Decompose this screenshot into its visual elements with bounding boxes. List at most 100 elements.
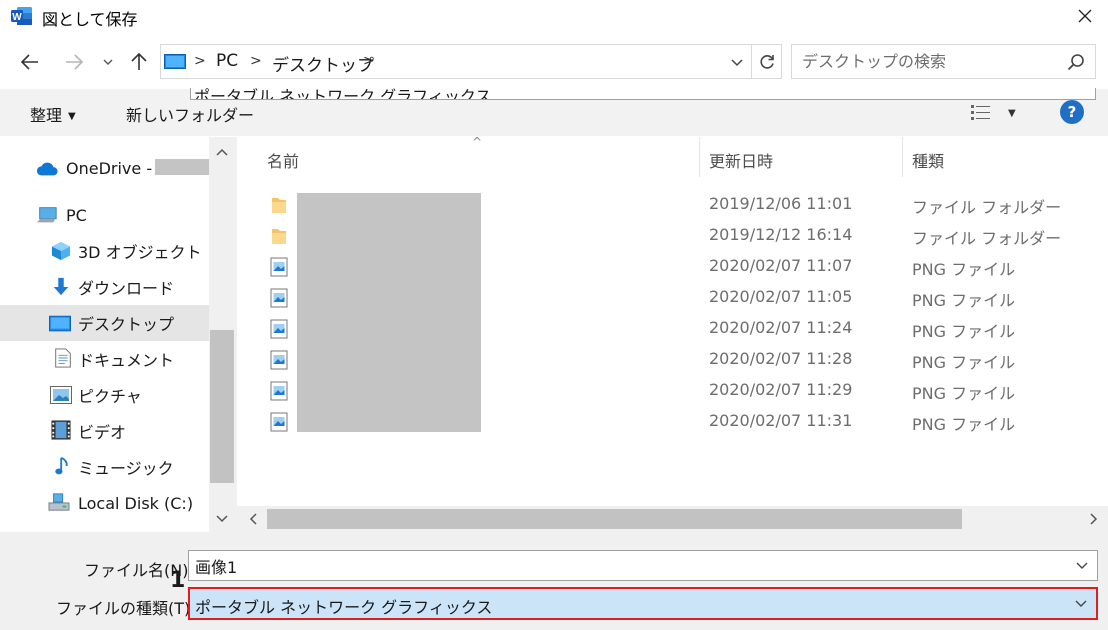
step-number-marker: 1 [170, 568, 186, 593]
file-type: PNG ファイル [912, 384, 1016, 403]
sidebar-item-label: ダウンロード [78, 279, 175, 298]
sidebar-item-local-disk[interactable]: Local Disk (C:) [0, 485, 209, 521]
sidebar-scroll-up-button[interactable] [210, 141, 234, 163]
organize-label: 整理 [30, 106, 63, 125]
new-folder-button[interactable]: 新しいフォルダー [126, 102, 254, 126]
filetype-selected-value: ポータブル ネットワーク グラフィックス [195, 598, 493, 617]
chevron-down-icon [103, 59, 113, 65]
sidebar-item-label: デスクトップ [78, 315, 175, 334]
sidebar-item-pc[interactable]: PC [0, 197, 209, 233]
sidebar-item-3d-objects[interactable]: 3D オブジェクト [0, 233, 209, 269]
chevron-down-icon [731, 59, 743, 67]
sidebar-item-music[interactable]: ミュージック [0, 449, 209, 485]
image-file-icon [270, 257, 288, 277]
cloud-icon [36, 162, 58, 176]
sidebar-item-label: ビデオ [78, 423, 127, 442]
file-type: PNG ファイル [912, 260, 1016, 279]
filetype-dropdown-list[interactable]: ポータブル ネットワーク グラフィックス [190, 88, 1096, 100]
chevron-down-icon [1075, 600, 1087, 607]
refresh-icon [759, 54, 774, 69]
chevron-down-icon [216, 515, 228, 523]
file-date: 2020/02/07 11:29 [709, 380, 853, 399]
sidebar-item-label: PC [66, 205, 87, 225]
forward-button[interactable] [62, 50, 86, 74]
search-input[interactable] [792, 45, 1062, 78]
sidebar-item-label: OneDrive - [66, 158, 153, 178]
column-separator[interactable] [902, 137, 903, 177]
search-box[interactable] [791, 44, 1096, 79]
scroll-right-button[interactable] [1082, 508, 1106, 530]
details-view-icon [971, 105, 990, 120]
sidebar-item-videos[interactable]: ビデオ [0, 413, 209, 449]
computer-icon [36, 207, 57, 223]
sidebar-item-label: 3D オブジェクト [78, 243, 202, 262]
title-bar: W 図として保存 [0, 0, 1108, 32]
caret-down-icon: ▼ [68, 111, 76, 122]
file-date: 2019/12/12 16:14 [709, 225, 853, 244]
sidebar-item-label: ピクチャ [78, 387, 142, 406]
file-date: 2020/02/07 11:28 [709, 349, 853, 368]
recent-locations-button[interactable] [98, 50, 118, 74]
document-icon [55, 348, 71, 368]
dropdown-option[interactable]: ポータブル ネットワーク グラフィックス [194, 88, 491, 99]
music-note-icon [55, 456, 68, 475]
redacted-file-names [297, 193, 481, 432]
breadcrumb-desktop[interactable]: デスクトップ [272, 51, 374, 76]
cube-icon [51, 241, 71, 261]
sidebar-item-documents[interactable]: ドキュメント [0, 341, 209, 377]
image-file-icon [270, 381, 288, 401]
sidebar-item-label: ミュージック [78, 459, 174, 478]
file-type: PNG ファイル [912, 322, 1016, 341]
help-button[interactable]: ? [1060, 100, 1084, 124]
download-arrow-icon [53, 277, 69, 296]
horizontal-scrollbar[interactable] [237, 506, 1108, 532]
desktop-icon [164, 54, 186, 69]
sidebar-item-desktop[interactable]: デスクトップ [0, 305, 209, 341]
column-separator[interactable] [699, 137, 700, 177]
file-type: ファイル フォルダー [912, 198, 1062, 217]
sidebar-item-pictures[interactable]: ピクチャ [0, 377, 209, 413]
filename-input[interactable] [189, 551, 1059, 580]
horizontal-scrollbar-thumb[interactable] [267, 509, 962, 529]
desktop-icon [49, 315, 71, 332]
chevron-left-icon [249, 513, 257, 525]
save-options-panel: ファイル名(N): 1 ファイルの種類(T): ポータブル ネットワーク グラフ… [0, 532, 1108, 630]
sidebar-item-downloads[interactable]: ダウンロード [0, 269, 209, 305]
file-date: 2019/12/06 11:01 [709, 194, 853, 213]
file-date: 2020/02/07 11:31 [709, 411, 853, 430]
filetype-label: ファイルの種類(T): [56, 599, 196, 618]
navigation-bar: > PC > デスクトップ > [0, 40, 1108, 84]
file-date: 2020/02/07 11:24 [709, 318, 853, 337]
column-header-type[interactable]: 種類 [912, 148, 944, 172]
filename-combobox[interactable] [188, 550, 1098, 581]
window-title: 図として保存 [42, 10, 138, 29]
close-button[interactable] [1062, 0, 1108, 32]
breadcrumb-pc[interactable]: PC [216, 51, 238, 71]
chevron-right-icon [1090, 513, 1098, 525]
sidebar-item-label: ドキュメント [78, 351, 175, 370]
file-type: ファイル フォルダー [912, 229, 1062, 248]
breadcrumb-separator: > [363, 53, 375, 69]
arrow-up-icon [131, 52, 147, 70]
disk-drive-icon [48, 493, 70, 511]
word-app-icon: W [11, 7, 32, 25]
scroll-left-button[interactable] [241, 508, 265, 530]
up-button[interactable] [127, 50, 151, 74]
organize-button[interactable]: 整理 ▼ [30, 102, 76, 126]
breadcrumb-separator: > [194, 53, 206, 69]
folder-icon [272, 198, 286, 213]
filetype-select[interactable]: ポータブル ネットワーク グラフィックス [188, 587, 1098, 620]
address-dropdown-button[interactable] [726, 53, 748, 71]
change-view-button[interactable]: ▼ [970, 103, 1018, 123]
sidebar-scroll-down-button[interactable] [210, 508, 234, 530]
chevron-down-icon[interactable] [1075, 560, 1089, 570]
column-header-date[interactable]: 更新日時 [709, 148, 773, 172]
chevron-up-icon [216, 148, 228, 156]
back-button[interactable] [18, 50, 42, 74]
breadcrumb-separator: > [250, 53, 262, 69]
address-bar[interactable]: > PC > デスクトップ > [160, 44, 782, 79]
column-header-name[interactable]: 名前 [267, 148, 299, 172]
refresh-button[interactable] [751, 45, 781, 78]
sidebar-scrollbar-thumb[interactable] [210, 330, 234, 483]
svg-text:W: W [12, 12, 22, 23]
